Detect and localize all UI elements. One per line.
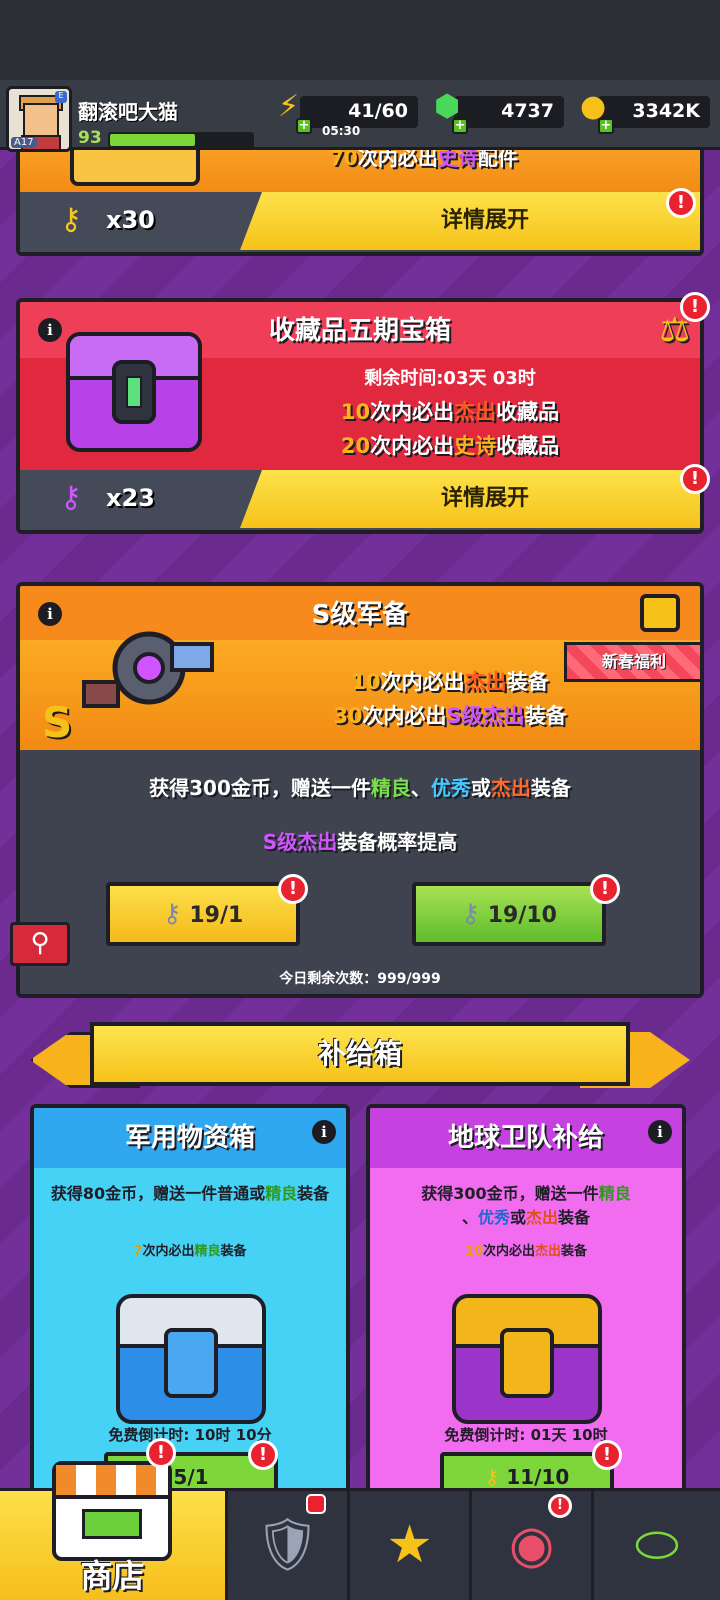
dna-capsule-icon: ⬭ — [634, 1515, 680, 1575]
exclamation-icon: ! — [146, 1438, 176, 1468]
tab-planet[interactable]: ◉ — [472, 1491, 594, 1600]
rank-badge-icon: E — [55, 91, 67, 103]
exclamation-icon: ! — [548, 1494, 572, 1518]
supply-banner: 补给箱 — [30, 1022, 690, 1092]
search-icon: ⚲ — [30, 928, 50, 958]
supply-guarantee: 10次内必出杰出装备 — [464, 1244, 588, 1259]
info-icon[interactable]: i — [648, 1120, 672, 1144]
add-gems-button[interactable]: + — [452, 118, 468, 134]
player-name: 翻滚吧大猫 — [78, 100, 178, 124]
chest-art — [452, 1294, 602, 1424]
probability-boost-text: S级杰出装备概率提高 — [262, 830, 458, 854]
guarantee-line-2: 20次内必出史诗收藏品 — [340, 434, 560, 458]
free-countdown: 免费倒计时: 10时 10分 — [108, 1426, 272, 1444]
coin-counter[interactable]: 3342K — [598, 96, 710, 128]
info-icon[interactable]: i — [312, 1120, 336, 1144]
exclamation-icon: ! — [680, 464, 710, 494]
key-icon: ⚷ — [162, 899, 182, 929]
draw-ten-button[interactable]: ⚷ 19/10 — [412, 882, 606, 946]
chest-art — [66, 332, 202, 452]
supply-guarantee: 7次内必出精良装备 — [133, 1244, 247, 1259]
add-energy-button[interactable]: + — [296, 118, 312, 134]
card-s-grade-armory: i S级军备 S 新春福利 10次内必出杰出装备 30次内必出S级杰出装备 获得… — [16, 582, 704, 998]
equipment-art — [82, 631, 214, 708]
s-grade-description: 获得300金币，赠送一件精良、优秀或杰出装备 — [149, 776, 571, 800]
guarantee-line-1: 10次内必出杰出装备 — [351, 670, 549, 694]
key-strip: ⚷ x30 详情展开 — [20, 192, 700, 252]
lightning-icon: ⚡ — [278, 89, 300, 124]
planet-icon: ◉ — [508, 1515, 555, 1575]
key-count: x30 — [106, 206, 155, 234]
shop-icon — [52, 1461, 172, 1561]
tab-rank[interactable]: 🛡 — [228, 1491, 350, 1600]
draw-single-button[interactable]: ⚷ 19/1 — [106, 882, 300, 946]
supply-title: 地球卫队补给 — [370, 1108, 682, 1168]
supply-desc: 获得300金币，赠送一件精良 、优秀或杰出装备 — [421, 1184, 631, 1227]
exclamation-icon: ! — [680, 292, 710, 322]
exclamation-icon: ! — [590, 874, 620, 904]
exclamation-icon: ! — [666, 188, 696, 218]
status-band — [0, 0, 720, 80]
exclamation-icon: ! — [248, 1440, 278, 1470]
key-icon: ⚷ — [60, 480, 82, 515]
guarantee-line-1: 10次内必出杰出收藏品 — [340, 400, 560, 424]
player-level: 93 — [78, 128, 102, 148]
key-icon: ⚷ — [484, 1465, 500, 1489]
supply-desc: 获得80金币，赠送一件普通或精良装备 — [50, 1184, 330, 1203]
supply-title: 补给箱 — [90, 1022, 630, 1086]
energy-timer: 05:30 — [322, 124, 361, 138]
avatar[interactable]: A17 E — [6, 86, 72, 152]
free-countdown: 免费倒计时: 01天 10时 — [444, 1426, 608, 1444]
supply-title: 军用物资箱 — [34, 1108, 346, 1168]
tab-lab[interactable]: ⬭ — [594, 1491, 720, 1600]
key-icon: ⚷ — [461, 899, 481, 929]
exclamation-icon: ! — [278, 874, 308, 904]
card-collectibles: i 收藏品五期宝箱 ⚖ 剩余时间:03天 03时 10次内必出杰出收藏品 20次… — [16, 298, 704, 534]
key-strip: ⚷ x23 详情展开 — [20, 470, 700, 530]
daily-remaining: 今日剩余次数：999/999 — [279, 971, 441, 987]
supply-military-card[interactable]: 军用物资箱 i 获得80金币，赠送一件普通或精良装备 7次内必出精良装备 免费倒… — [30, 1104, 350, 1504]
key-count: x23 — [106, 484, 155, 512]
tab-battle[interactable]: ★ — [350, 1491, 472, 1600]
star-swords-icon: ★ — [386, 1515, 433, 1575]
notification-dot — [306, 1494, 326, 1514]
tab-shop-label: 商店 — [80, 1557, 145, 1595]
supply-earth-card[interactable]: 地球卫队补给 i 获得300金币，赠送一件精良 、优秀或杰出装备 10次内必出杰出… — [366, 1104, 686, 1504]
detail-expand-button[interactable]: 详情展开 — [240, 470, 700, 528]
chest-art — [116, 1294, 266, 1424]
key-icon: ⚷ — [60, 202, 82, 237]
detail-expand-button[interactable]: 详情展开 — [240, 192, 700, 250]
remaining-time: 剩余时间:03天 03时 — [364, 368, 536, 389]
xp-fill — [110, 134, 196, 146]
shield-icon: 🛡 — [254, 1515, 321, 1575]
rank-label: A17 — [11, 137, 37, 148]
bottom-nav: 商店 🛡 ★ ◉ ⬭ — [0, 1461, 720, 1600]
gem-counter[interactable]: 4737 — [454, 96, 564, 128]
search-button[interactable]: ⚲ — [10, 922, 70, 966]
add-coins-button[interactable]: + — [598, 118, 614, 134]
calendar-icon[interactable] — [640, 594, 680, 632]
s-grade-badge: S — [42, 698, 73, 747]
xp-bar — [108, 132, 254, 148]
guarantee-line-2: 30次内必出S级杰出装备 — [333, 704, 567, 728]
tab-shop[interactable]: 商店 — [0, 1461, 228, 1600]
exclamation-icon: ! — [592, 1440, 622, 1470]
